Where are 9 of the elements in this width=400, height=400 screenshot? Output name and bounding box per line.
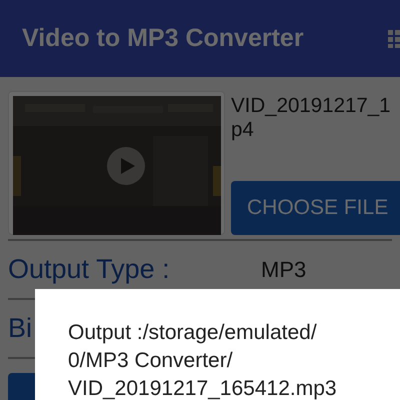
grid-icon[interactable] bbox=[388, 30, 400, 48]
field-label: Output Type : bbox=[8, 254, 170, 285]
play-icon[interactable] bbox=[107, 147, 145, 185]
dialog-message: Output :/storage/emulated/ 0/MP3 Converter/ VID_20191217_165412.mp3 bbox=[68, 320, 338, 400]
field-value: MP3 bbox=[261, 256, 308, 282]
choose-file-button[interactable]: CHOOSE FILE bbox=[231, 181, 400, 235]
app-title: Video to MP3 Converter bbox=[22, 24, 305, 53]
field-label: Bi bbox=[8, 313, 32, 344]
file-name: VID_20191217_1 p4 bbox=[231, 94, 392, 142]
